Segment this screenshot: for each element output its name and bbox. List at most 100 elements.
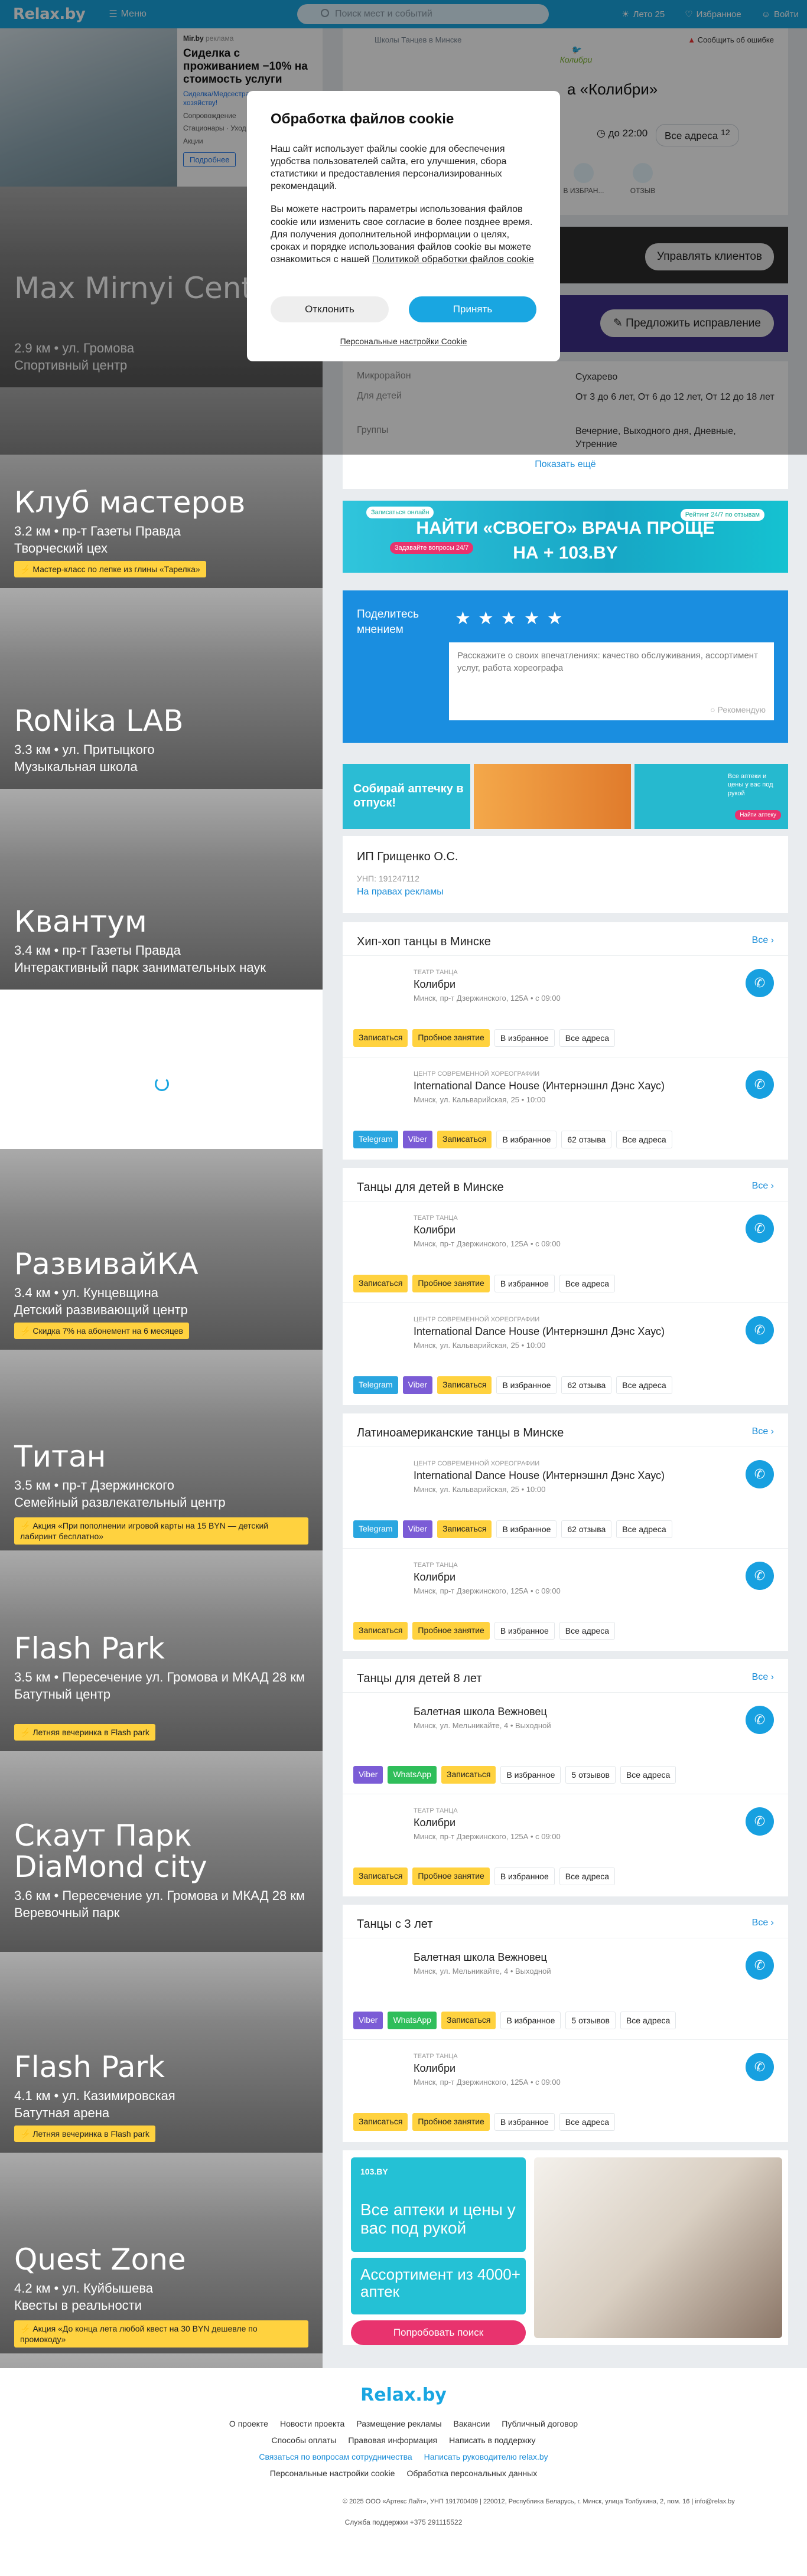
phone-call-button[interactable]: ✆: [746, 1214, 774, 1243]
promo-badge[interactable]: ⚡ Летняя вечеринка в Flash park: [14, 2125, 155, 2142]
pharmacy-ad-image[interactable]: [474, 764, 631, 829]
place-card[interactable]: РазвивайКА 3.4 км • ул. Кунцевщина Детский…: [0, 1149, 323, 1350]
see-all-link[interactable]: Все ›: [752, 1426, 774, 1437]
listing-item[interactable]: Балетная школа Вежновец Минск, ул. Мельни…: [343, 1938, 788, 2039]
action-button[interactable]: Записаться: [353, 1867, 408, 1885]
action-button[interactable]: Пробное занятие: [412, 2113, 490, 2131]
action-button[interactable]: Записаться: [353, 1029, 408, 1047]
action-button[interactable]: В избранное: [496, 1131, 557, 1148]
action-button[interactable]: В избранное: [494, 1029, 555, 1047]
listing-name[interactable]: Колибри: [414, 1224, 455, 1236]
action-button[interactable]: Viber: [402, 1376, 433, 1394]
footer-link[interactable]: Правовая информация: [348, 2435, 437, 2445]
action-button[interactable]: 62 отзыва: [561, 1131, 612, 1148]
action-button[interactable]: Записаться: [437, 1131, 492, 1148]
action-button[interactable]: В избранное: [496, 1376, 557, 1394]
place-card[interactable]: Quest Zone 4.2 км • ул. Куйбышева Квесты в…: [0, 2153, 323, 2353]
listing-item[interactable]: ТЕАТР ТАНЦА Колибри Минск, пр-т Дзержинско…: [343, 1548, 788, 1650]
action-button[interactable]: Viber: [402, 1520, 433, 1538]
phone-call-button[interactable]: ✆: [746, 1460, 774, 1488]
action-button[interactable]: 5 отзывов: [565, 1766, 616, 1784]
promo-badge[interactable]: ⚡ Летняя вечеринка в Flash park: [14, 1723, 155, 1741]
listing-item[interactable]: ТЕАТР ТАНЦА Колибри Минск, пр-т Дзержинско…: [343, 1794, 788, 1895]
phone-call-button[interactable]: ✆: [746, 2053, 774, 2081]
action-button[interactable]: Записаться: [353, 1275, 408, 1292]
doctor-banner-ad[interactable]: Записаться онлайн Задавайте вопросы 24/7…: [343, 501, 788, 573]
promo-badge[interactable]: ⚡ Скидка 7% на абонемент на 6 месяцев: [14, 1322, 189, 1339]
footer-link[interactable]: Новости проекта: [280, 2419, 344, 2428]
listing-name[interactable]: International Dance House (Интернэшнл Дэ…: [414, 1080, 665, 1092]
phone-call-button[interactable]: ✆: [746, 1070, 774, 1099]
action-button[interactable]: Все адреса: [559, 2113, 616, 2131]
listing-item[interactable]: ТЕАТР ТАНЦА Колибри Минск, пр-т Дзержинско…: [343, 2039, 788, 2141]
action-button[interactable]: Telegram: [353, 1520, 398, 1538]
footer-link[interactable]: Написать в поддержку: [449, 2435, 535, 2445]
listing-name[interactable]: Балетная школа Вежновец: [414, 1706, 547, 1718]
footer-link[interactable]: Вакансии: [454, 2419, 490, 2428]
action-button[interactable]: В избранное: [494, 1867, 555, 1885]
see-all-link[interactable]: Все ›: [752, 1672, 774, 1683]
action-button[interactable]: Telegram: [353, 1376, 398, 1394]
listing-item[interactable]: ЦЕНТР СОВРЕМЕННОЙ ХОРЕОГРАФИИ Internation…: [343, 1057, 788, 1158]
action-button[interactable]: Все адреса: [559, 1275, 616, 1292]
promo-badge[interactable]: ⚡ Мастер-класс по лепке из глины «Тарелк…: [14, 560, 206, 577]
action-button[interactable]: Пробное занятие: [412, 1029, 490, 1047]
phone-call-button[interactable]: ✆: [746, 969, 774, 997]
see-all-link[interactable]: Все ›: [752, 1918, 774, 1928]
action-button[interactable]: В избранное: [494, 2113, 555, 2131]
action-button[interactable]: В избранное: [496, 1520, 557, 1538]
action-button[interactable]: Все адреса: [559, 1622, 616, 1640]
listing-name[interactable]: Колибри: [414, 1817, 455, 1829]
listing-name[interactable]: Колибри: [414, 2062, 455, 2075]
action-button[interactable]: Записаться: [353, 1622, 408, 1640]
promo-badge[interactable]: ⚡ Акция «До конца лета любой квест на 30…: [14, 2320, 308, 2348]
action-button[interactable]: Пробное занятие: [412, 1275, 490, 1292]
decline-button[interactable]: Отклонить: [271, 296, 389, 322]
action-button[interactable]: Пробное занятие: [412, 1622, 490, 1640]
action-button[interactable]: В избранное: [500, 2012, 561, 2029]
footer-link[interactable]: Обработка персональных данных: [406, 2469, 537, 2478]
action-button[interactable]: Viber: [402, 1131, 433, 1148]
pharmacy-ad[interactable]: Собирай аптечку в отпуск!: [343, 764, 470, 829]
footer-link[interactable]: Персональные настройки cookie: [270, 2469, 395, 2478]
footer-link[interactable]: Связаться по вопросам сотрудничества: [259, 2452, 412, 2461]
cookie-settings-link[interactable]: Персональные настройки Cookie: [247, 337, 560, 346]
phone-call-button[interactable]: ✆: [746, 1951, 774, 1980]
review-textarea[interactable]: Расскажите о своих впечатлениях: качеств…: [449, 642, 774, 720]
listing-name[interactable]: Колибри: [414, 1571, 455, 1584]
listing-item[interactable]: ТЕАТР ТАНЦА Колибри Минск, пр-т Дзержинско…: [343, 955, 788, 1057]
action-button[interactable]: Все адреса: [616, 1520, 672, 1538]
listing-item[interactable]: Балетная школа Вежновец Минск, ул. Мельни…: [343, 1692, 788, 1794]
phone-call-button[interactable]: ✆: [746, 1316, 774, 1344]
listing-name[interactable]: Балетная школа Вежновец: [414, 1951, 547, 1964]
see-all-link[interactable]: Все ›: [752, 1181, 774, 1191]
find-pharmacy-button[interactable]: Найти аптеку: [735, 810, 781, 820]
action-button[interactable]: 5 отзывов: [565, 2012, 616, 2029]
action-button[interactable]: Viber: [353, 1766, 383, 1784]
action-button[interactable]: Telegram: [353, 1131, 398, 1148]
see-all-link[interactable]: Все ›: [752, 935, 774, 946]
action-button[interactable]: Записаться: [353, 2113, 408, 2131]
action-button[interactable]: 62 отзыва: [561, 1376, 612, 1394]
place-card[interactable]: Титан 3.5 км • пр-т Дзержинского Семейный …: [0, 1350, 323, 1550]
pharmacy-ad[interactable]: Все аптеки и цены у вас под рукой Найти …: [634, 764, 788, 829]
action-button[interactable]: Записаться: [441, 1766, 496, 1784]
support-phone[interactable]: Служба поддержки +375 291115522: [0, 2518, 807, 2526]
place-card[interactable]: Квантум 3.4 км • пр-т Газеты Правда Интера…: [0, 789, 323, 990]
footer-link[interactable]: О проекте: [229, 2419, 268, 2428]
place-card[interactable]: Flash Park 4.1 км • ул. Казимировская Бату…: [0, 1952, 323, 2153]
footer-link[interactable]: Размещение рекламы: [356, 2419, 441, 2428]
phone-call-button[interactable]: ✆: [746, 1706, 774, 1734]
action-button[interactable]: Записаться: [437, 1520, 492, 1538]
listing-item[interactable]: ЦЕНТР СОВРЕМЕННОЙ ХОРЕОГРАФИИ Internation…: [343, 1447, 788, 1548]
action-button[interactable]: Все адреса: [559, 1867, 616, 1885]
action-button[interactable]: Записаться: [437, 1376, 492, 1394]
listing-name[interactable]: Колибри: [414, 978, 455, 991]
action-button[interactable]: 62 отзыва: [561, 1520, 612, 1538]
action-button[interactable]: WhatsApp: [388, 1766, 437, 1784]
action-button[interactable]: В избранное: [494, 1275, 555, 1292]
action-button[interactable]: Все адреса: [620, 1766, 676, 1784]
pharmacy-big-ad[interactable]: 103.BY Все аптеки и цены у вас под рукой…: [343, 2150, 788, 2345]
recommend-checkbox[interactable]: ○ Рекомендую: [710, 705, 766, 714]
action-button[interactable]: Записаться: [441, 2012, 496, 2029]
